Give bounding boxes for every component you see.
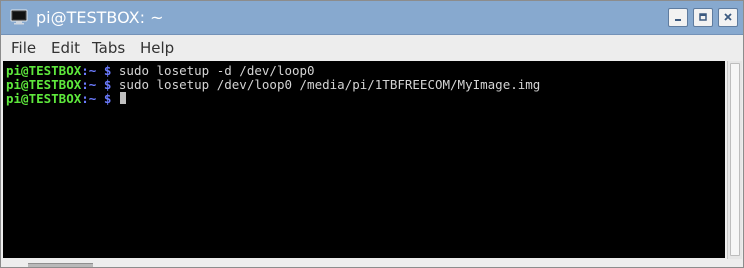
terminal-window: pi@TESTBOX: ~ File Edit Tabs Help pi@TES… bbox=[0, 0, 744, 268]
menu-bar: File Edit Tabs Help bbox=[1, 35, 743, 61]
scrollbar-thumb[interactable] bbox=[730, 63, 740, 256]
close-button[interactable] bbox=[718, 8, 738, 27]
title-bar[interactable]: pi@TESTBOX: ~ bbox=[1, 1, 743, 35]
terminal-line: pi@TESTBOX:~ $ sudo losetup /dev/loop0 /… bbox=[6, 78, 540, 92]
maximize-button[interactable] bbox=[693, 8, 713, 27]
terminal-line: pi@TESTBOX:~ $ bbox=[6, 92, 126, 106]
prompt-host: pi@TESTBOX bbox=[6, 63, 82, 78]
text-cursor bbox=[119, 92, 126, 104]
minimize-button[interactable] bbox=[668, 8, 688, 27]
prompt-path: :~ $ bbox=[81, 91, 112, 106]
close-icon bbox=[724, 13, 732, 21]
terminal-output[interactable]: pi@TESTBOX:~ $ sudo losetup -d /dev/loop… bbox=[3, 61, 725, 258]
terminal-line: pi@TESTBOX:~ $ sudo losetup -d /dev/loop… bbox=[6, 64, 315, 78]
terminal-icon bbox=[10, 9, 28, 25]
menu-edit[interactable]: Edit bbox=[51, 39, 80, 57]
vertical-scrollbar[interactable] bbox=[727, 61, 742, 259]
menu-tabs[interactable]: Tabs bbox=[92, 39, 125, 57]
minimize-icon bbox=[675, 19, 681, 21]
maximize-icon bbox=[699, 13, 707, 21]
taskbar-sliver bbox=[28, 263, 93, 267]
command-text bbox=[111, 91, 119, 106]
menu-file[interactable]: File bbox=[11, 39, 36, 57]
prompt-path: :~ $ bbox=[81, 63, 112, 78]
prompt-path: :~ $ bbox=[81, 77, 112, 92]
menu-help[interactable]: Help bbox=[140, 39, 174, 57]
window-bottom-edge bbox=[1, 259, 743, 267]
command-text: sudo losetup /dev/loop0 /media/pi/1TBFRE… bbox=[111, 77, 541, 92]
window-title: pi@TESTBOX: ~ bbox=[36, 8, 164, 27]
prompt-host: pi@TESTBOX bbox=[6, 91, 82, 106]
command-text: sudo losetup -d /dev/loop0 bbox=[111, 63, 315, 78]
prompt-host: pi@TESTBOX bbox=[6, 77, 82, 92]
